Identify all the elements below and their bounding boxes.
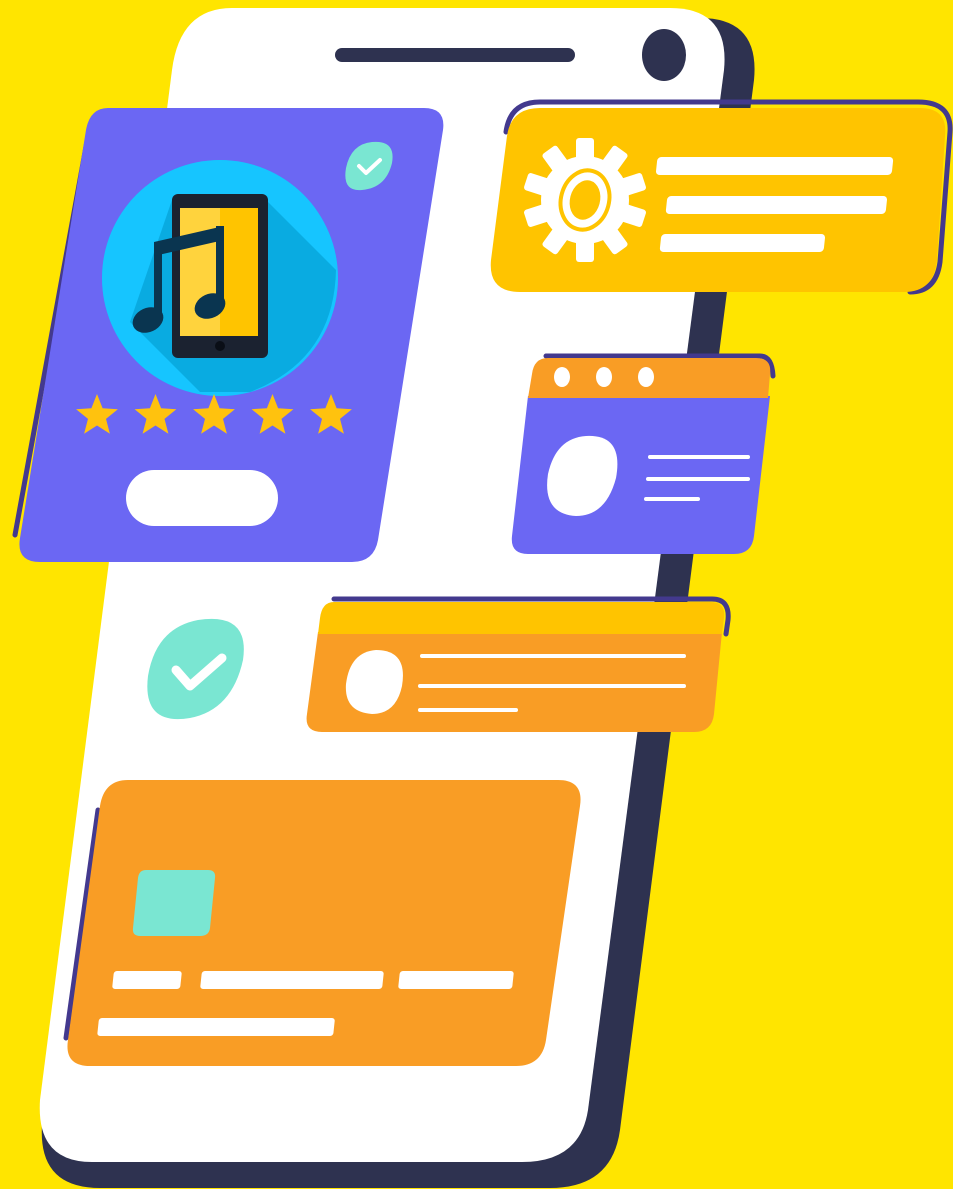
settings-text-line-2 — [665, 196, 888, 214]
card-number-group-2 — [200, 971, 384, 989]
mini-phone-button — [215, 341, 225, 351]
window-dot-icon[interactable] — [554, 367, 570, 387]
browser-text-line-1 — [648, 455, 750, 459]
phone-speaker — [335, 48, 575, 62]
window-dot-icon[interactable] — [596, 367, 612, 387]
music-phone-icon — [102, 160, 338, 396]
payment-card — [63, 780, 581, 1066]
message-text-line-3 — [418, 708, 518, 712]
settings-card — [490, 99, 953, 295]
browser-text-line-2 — [646, 477, 750, 481]
illustration-scene — [12, 8, 953, 1188]
card-holder-line — [97, 1018, 335, 1036]
mini-phone-screen-right — [220, 208, 258, 336]
card-number-group-1 — [112, 971, 182, 989]
settings-text-line-3 — [659, 234, 826, 252]
card-number-group-3 — [398, 971, 514, 989]
browser-text-line-3 — [644, 497, 700, 501]
message-text-line-2 — [418, 684, 686, 688]
phone-camera — [642, 29, 686, 81]
message-card — [306, 596, 731, 732]
message-header — [318, 602, 725, 634]
settings-text-line-1 — [656, 157, 894, 175]
browser-window-card — [511, 353, 776, 554]
message-text-line-1 — [420, 654, 686, 658]
music-rating-card — [12, 108, 444, 562]
music-card-button[interactable] — [126, 470, 278, 526]
window-dot-icon[interactable] — [638, 367, 654, 387]
card-chip-icon — [132, 870, 216, 936]
